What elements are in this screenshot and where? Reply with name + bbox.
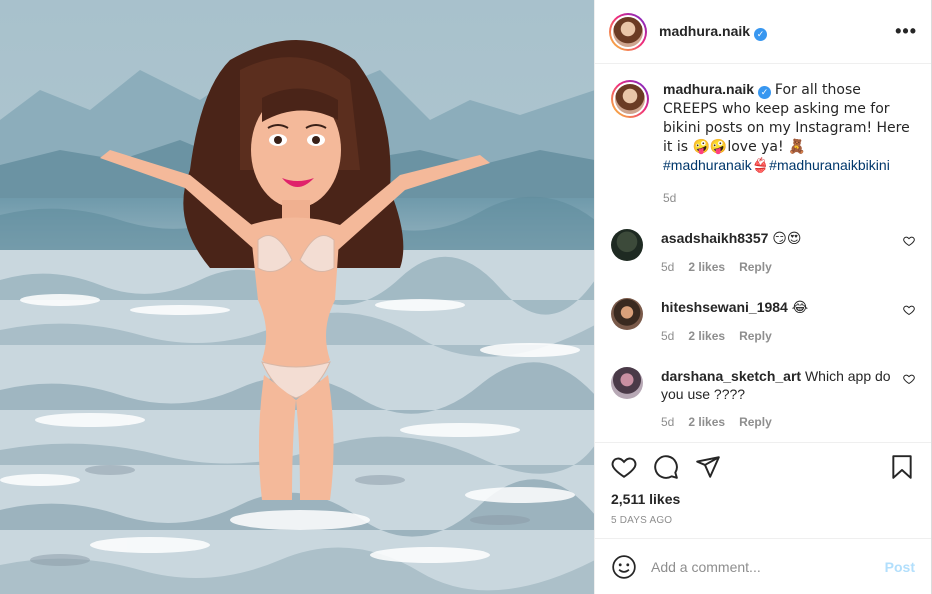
comment-time[interactable]: 5d bbox=[661, 413, 674, 431]
post-comment-button[interactable]: Post bbox=[885, 559, 915, 575]
commenter-avatar[interactable] bbox=[611, 298, 643, 330]
hashtag-link[interactable]: #madhuranaik bbox=[663, 157, 752, 173]
add-comment-input[interactable] bbox=[651, 558, 885, 575]
add-comment-bar: Post bbox=[595, 538, 931, 594]
cartoon-beach-illustration bbox=[0, 0, 594, 594]
verified-badge-icon: ✓ bbox=[758, 85, 772, 99]
comment-time[interactable]: 5d bbox=[661, 258, 674, 276]
comment-bubble-icon[interactable] bbox=[653, 454, 679, 480]
bookmark-icon[interactable] bbox=[889, 454, 915, 480]
caption-meta: 5d bbox=[663, 189, 915, 207]
caption-text-block: madhura.naik ✓ For all those CREEPS who k… bbox=[663, 80, 915, 207]
comment-like-heart-icon[interactable] bbox=[903, 373, 915, 385]
post-image[interactable] bbox=[0, 0, 594, 594]
commenter-avatar[interactable] bbox=[611, 367, 643, 399]
hashtag-link[interactable]: #madhuranaikbikini bbox=[769, 157, 890, 173]
comments-list[interactable]: madhura.naik ✓ For all those CREEPS who k… bbox=[595, 64, 931, 443]
comment-text: 😂 bbox=[791, 300, 809, 316]
caption-username[interactable]: madhura.naik bbox=[663, 81, 754, 97]
caption-time[interactable]: 5d bbox=[663, 189, 676, 207]
comment-item: darshana_sketch_art Which app do you use… bbox=[611, 367, 915, 431]
reply-button[interactable]: Reply bbox=[739, 327, 772, 345]
comment-time[interactable]: 5d bbox=[661, 327, 674, 345]
comment-text: 😏😍 bbox=[772, 231, 802, 247]
instagram-post-modal: madhura.naik ✓ ••• madhura.naik ✓ For all … bbox=[0, 0, 932, 594]
comment-username[interactable]: darshana_sketch_art bbox=[661, 368, 801, 384]
post-header: madhura.naik ✓ ••• bbox=[595, 0, 931, 64]
paper-plane-icon[interactable] bbox=[695, 454, 721, 480]
smiley-icon[interactable] bbox=[611, 554, 637, 580]
comment-username[interactable]: hiteshsewani_1984 bbox=[661, 299, 788, 315]
post-side-panel: madhura.naik ✓ ••• madhura.naik ✓ For all … bbox=[594, 0, 931, 594]
comment-item: asadshaikh8357 😏😍 5d 2 likes Reply bbox=[611, 229, 915, 276]
heart-icon[interactable] bbox=[611, 454, 637, 480]
author-avatar[interactable] bbox=[609, 12, 647, 51]
comment-likes[interactable]: 2 likes bbox=[688, 258, 725, 276]
caption-author-avatar[interactable] bbox=[611, 80, 649, 118]
comment-like-heart-icon[interactable] bbox=[903, 235, 915, 247]
comment-username[interactable]: asadshaikh8357 bbox=[661, 230, 768, 246]
author-username-wrap: madhura.naik ✓ bbox=[659, 23, 768, 41]
comment-item: hiteshsewani_1984 😂 5d 2 likes Reply bbox=[611, 298, 915, 345]
commenter-avatar[interactable] bbox=[611, 229, 643, 261]
comment-like-heart-icon[interactable] bbox=[903, 304, 915, 316]
likes-count[interactable]: 2,511 likes bbox=[595, 491, 931, 507]
hashtag-emoji: 👙 bbox=[751, 158, 770, 174]
post-actions-bar bbox=[595, 443, 931, 491]
more-options-icon[interactable]: ••• bbox=[895, 21, 917, 42]
comment-likes[interactable]: 2 likes bbox=[688, 413, 725, 431]
author-username[interactable]: madhura.naik bbox=[659, 23, 750, 39]
reply-button[interactable]: Reply bbox=[739, 258, 772, 276]
verified-badge-icon: ✓ bbox=[754, 27, 768, 41]
post-caption: madhura.naik ✓ For all those CREEPS who k… bbox=[611, 80, 915, 207]
post-timestamp[interactable]: 5 DAYS AGO bbox=[595, 507, 931, 538]
reply-button[interactable]: Reply bbox=[739, 413, 772, 431]
comment-likes[interactable]: 2 likes bbox=[688, 327, 725, 345]
